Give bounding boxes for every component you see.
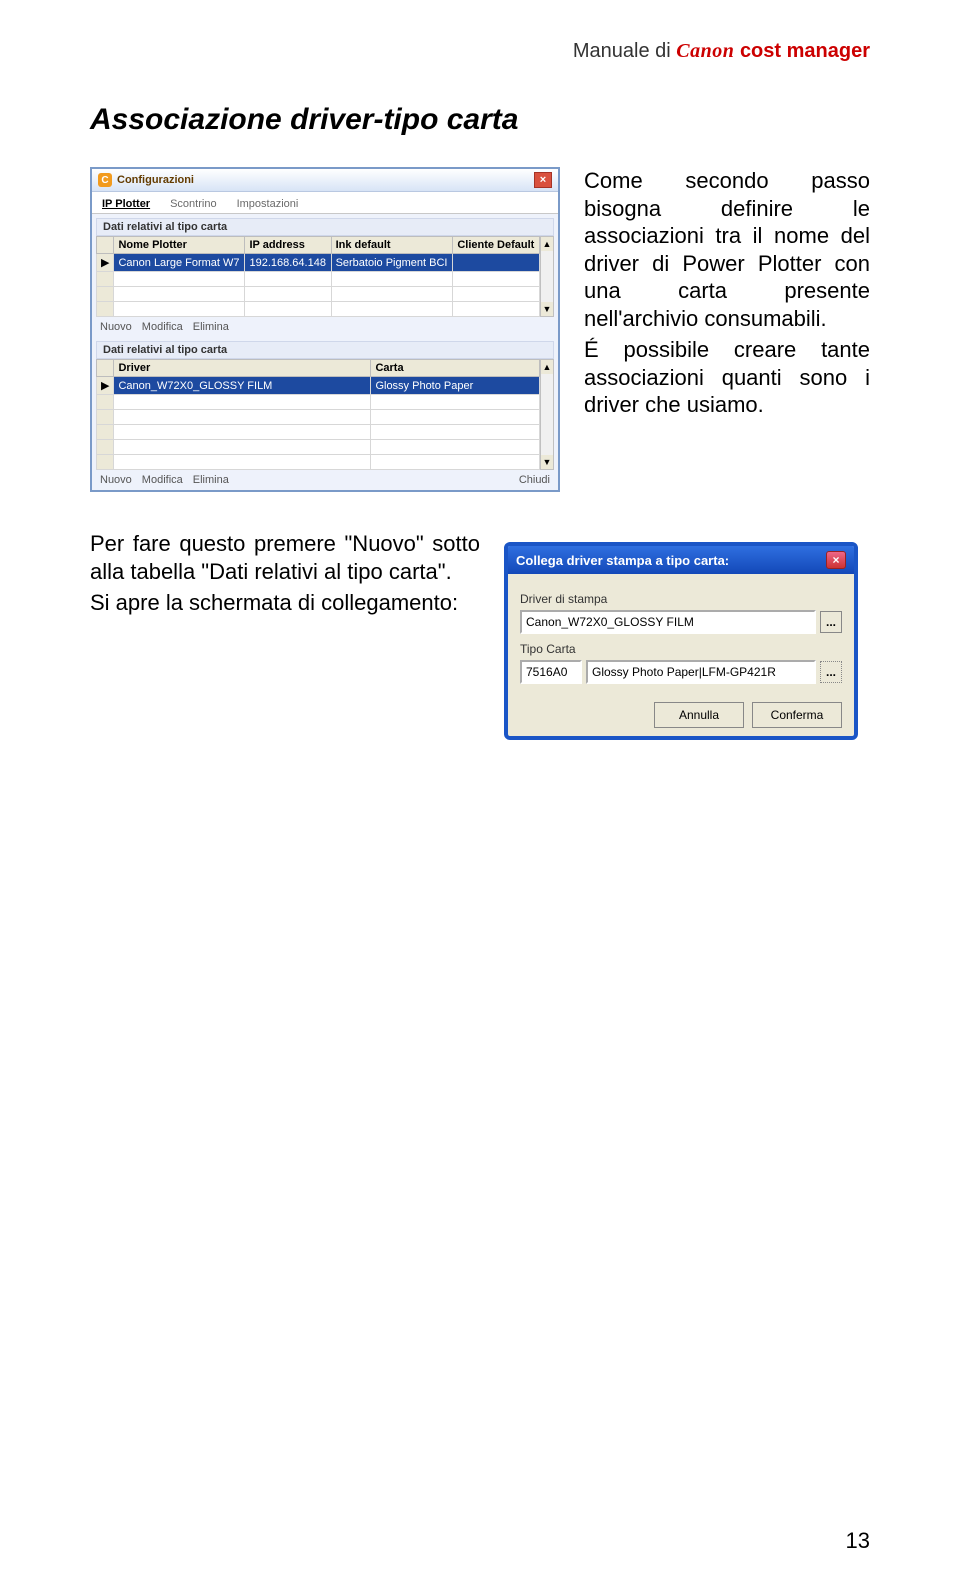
paragraph-2b: Si apre la schermata di collegamento: xyxy=(90,589,480,617)
browse-driver-button[interactable]: ... xyxy=(820,611,842,633)
dialog-titlebar: Collega driver stampa a tipo carta: × xyxy=(508,546,854,574)
cell-ip: 192.168.64.148 xyxy=(245,254,331,272)
header-prefix: Manuale di xyxy=(573,40,676,62)
carta-code-input[interactable] xyxy=(520,660,582,684)
table-row[interactable] xyxy=(97,302,540,317)
label-driver: Driver di stampa xyxy=(520,592,842,606)
grid2-buttons: Nuovo Modifica Elimina Chiudi xyxy=(92,470,558,490)
col-nome-plotter[interactable]: Nome Plotter xyxy=(114,237,245,254)
driver-input[interactable] xyxy=(520,610,816,634)
row-indicator-icon: ▶ xyxy=(97,377,114,395)
scroll-up-icon[interactable]: ▲ xyxy=(541,360,553,374)
table-row[interactable] xyxy=(97,395,540,410)
confirm-button[interactable]: Conferma xyxy=(752,702,842,728)
browse-carta-button[interactable]: ... xyxy=(820,661,842,683)
row-indicator-icon: ▶ xyxy=(97,254,114,272)
nuovo-button[interactable]: Nuovo xyxy=(100,474,132,486)
scrollbar[interactable]: ▲ ▼ xyxy=(540,359,554,470)
grid1-buttons: Nuovo Modifica Elimina xyxy=(92,317,558,337)
app-icon: C xyxy=(98,173,112,187)
modifica-button[interactable]: Modifica xyxy=(142,474,183,486)
paragraph-1: Come secondo passo bisogna definire le a… xyxy=(584,167,870,332)
col-cliente-default[interactable]: Cliente Default xyxy=(453,237,540,254)
tab-scontrino[interactable]: Scontrino xyxy=(166,195,220,213)
window-titlebar: C Configurazioni × xyxy=(92,169,558,192)
scrollbar[interactable]: ▲ ▼ xyxy=(540,236,554,317)
elimina-button[interactable]: Elimina xyxy=(193,321,229,333)
tab-impostazioni[interactable]: Impostazioni xyxy=(233,195,303,213)
nuovo-button[interactable]: Nuovo xyxy=(100,321,132,333)
section-heading: Associazione driver-tipo carta xyxy=(90,103,870,137)
col-ip-address[interactable]: IP address xyxy=(245,237,331,254)
cell-driver: Canon_W72X0_GLOSSY FILM xyxy=(114,377,371,395)
product-name: cost manager xyxy=(740,40,870,62)
table-row[interactable] xyxy=(97,425,540,440)
close-icon[interactable]: × xyxy=(534,172,552,188)
paragraph-1b: É possibile creare tante associazioni qu… xyxy=(584,336,870,419)
cell-nome-plotter: Canon Large Format W7 xyxy=(114,254,245,272)
paragraph-2: Per fare questo premere "Nuovo" sotto al… xyxy=(90,530,480,585)
col-carta[interactable]: Carta xyxy=(371,360,540,377)
cell-carta: Glossy Photo Paper xyxy=(371,377,540,395)
close-icon[interactable]: × xyxy=(826,551,846,569)
link-driver-dialog: Collega driver stampa a tipo carta: × Dr… xyxy=(504,542,858,740)
col-driver[interactable]: Driver xyxy=(114,360,371,377)
table-row[interactable] xyxy=(97,455,540,470)
dialog-title: Collega driver stampa a tipo carta: xyxy=(516,553,729,568)
cancel-button[interactable]: Annulla xyxy=(654,702,744,728)
label-carta: Tipo Carta xyxy=(520,642,842,656)
config-window: C Configurazioni × IP Plotter Scontrino … xyxy=(90,167,560,492)
cell-ink: Serbatoio Pigment BCI xyxy=(331,254,453,272)
cell-cliente xyxy=(453,254,540,272)
scroll-down-icon[interactable]: ▼ xyxy=(541,455,553,469)
page-number: 13 xyxy=(846,1528,870,1554)
tab-ip-plotter[interactable]: IP Plotter xyxy=(98,195,154,213)
table-row[interactable] xyxy=(97,410,540,425)
doc-header: Manuale di Canon cost manager xyxy=(90,40,870,63)
elimina-button[interactable]: Elimina xyxy=(193,474,229,486)
grid2-label: Dati relativi al tipo carta xyxy=(96,341,554,359)
scroll-down-icon[interactable]: ▼ xyxy=(541,302,553,316)
table-row[interactable] xyxy=(97,287,540,302)
tabs: IP Plotter Scontrino Impostazioni xyxy=(92,192,558,214)
window-title: Configurazioni xyxy=(117,174,194,186)
col-ink-default[interactable]: Ink default xyxy=(331,237,453,254)
table-row[interactable]: ▶ Canon_W72X0_GLOSSY FILM Glossy Photo P… xyxy=(97,377,540,395)
table-row[interactable]: ▶ Canon Large Format W7 192.168.64.148 S… xyxy=(97,254,540,272)
table-row[interactable] xyxy=(97,440,540,455)
carta-name-input[interactable] xyxy=(586,660,816,684)
modifica-button[interactable]: Modifica xyxy=(142,321,183,333)
grid-driver-carta: Driver Carta ▶ Canon_W72X0_GLOSSY FILM G… xyxy=(96,359,540,470)
scroll-up-icon[interactable]: ▲ xyxy=(541,237,553,251)
grid-ip-plotter: Nome Plotter IP address Ink default Clie… xyxy=(96,236,540,317)
table-row[interactable] xyxy=(97,272,540,287)
brand-logo-text: Canon xyxy=(676,40,734,62)
grid1-label: Dati relativi al tipo carta xyxy=(96,218,554,236)
chiudi-button[interactable]: Chiudi xyxy=(519,474,550,486)
